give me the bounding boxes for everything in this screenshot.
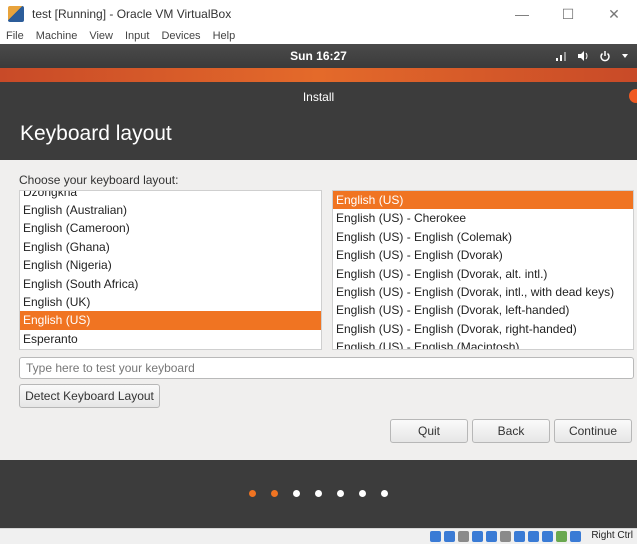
menu-devices[interactable]: Devices bbox=[161, 30, 200, 42]
list-item[interactable]: Esperanto bbox=[20, 330, 321, 348]
list-item[interactable]: English (US) - English (Dvorak, alt. int… bbox=[333, 265, 633, 283]
variant-list[interactable]: English (US) English (US) - Cherokee Eng… bbox=[332, 190, 634, 350]
menubar: File Machine View Input Devices Help bbox=[0, 28, 637, 44]
list-item[interactable]: English (US) - English (Dvorak) bbox=[333, 246, 633, 264]
list-item[interactable]: English (US) - English (Colemak) bbox=[333, 228, 633, 246]
power-icon bbox=[600, 51, 610, 62]
menu-file[interactable]: File bbox=[6, 30, 24, 42]
continue-button[interactable]: Continue bbox=[554, 419, 632, 443]
optical-drive-icon[interactable] bbox=[444, 531, 455, 542]
progress-dots bbox=[0, 490, 637, 497]
cpu-icon[interactable] bbox=[542, 531, 553, 542]
installer-header: Install Keyboard layout bbox=[0, 82, 637, 160]
list-item[interactable]: English (Ghana) bbox=[20, 238, 321, 256]
list-item[interactable]: English (Cameroon) bbox=[20, 219, 321, 237]
mouse-integration-icon[interactable] bbox=[556, 531, 567, 542]
volume-icon bbox=[578, 51, 588, 61]
progress-dot bbox=[337, 490, 344, 497]
back-button[interactable]: Back bbox=[472, 419, 550, 443]
installer-footer bbox=[0, 460, 637, 528]
list-item-selected[interactable]: English (US) bbox=[20, 311, 321, 330]
installer-close-button[interactable] bbox=[629, 89, 637, 103]
keyboard-capture-icon[interactable] bbox=[570, 531, 581, 542]
usb-icon[interactable] bbox=[486, 531, 497, 542]
shared-folder-icon[interactable] bbox=[500, 531, 511, 542]
close-button[interactable]: ✕ bbox=[591, 0, 637, 28]
network-adapter-icon[interactable] bbox=[472, 531, 483, 542]
progress-dot bbox=[315, 490, 322, 497]
layout-prompt: Choose your keyboard layout: bbox=[19, 173, 179, 187]
installer-content: Choose your keyboard layout: Dzongkha En… bbox=[0, 160, 637, 460]
device-indicators bbox=[430, 531, 581, 542]
menu-input[interactable]: Input bbox=[125, 30, 149, 42]
window-title: test [Running] - Oracle VM VirtualBox bbox=[32, 7, 232, 21]
progress-dot bbox=[359, 490, 366, 497]
progress-dot-current bbox=[271, 490, 278, 497]
list-item[interactable]: English (Nigeria) bbox=[20, 256, 321, 274]
list-item-selected[interactable]: English (US) bbox=[333, 191, 633, 210]
menu-machine[interactable]: Machine bbox=[36, 30, 78, 42]
host-key-label: Right Ctrl bbox=[591, 530, 633, 541]
desktop-wallpaper bbox=[0, 68, 637, 82]
vm-status-bar: Right Ctrl bbox=[0, 528, 637, 544]
keyboard-test-input[interactable] bbox=[19, 357, 634, 379]
list-item[interactable]: English (US) - English (Macintosh) bbox=[333, 338, 633, 349]
list-item[interactable]: English (US) - English (Dvorak, right-ha… bbox=[333, 320, 633, 338]
list-item[interactable]: English (Australian) bbox=[20, 201, 321, 219]
maximize-button[interactable]: ☐ bbox=[545, 0, 591, 28]
hard-disk-icon[interactable] bbox=[430, 531, 441, 542]
video-capture-icon[interactable] bbox=[528, 531, 539, 542]
installer-title: Install bbox=[302, 90, 335, 104]
progress-dot bbox=[293, 490, 300, 497]
list-item[interactable]: English (South Africa) bbox=[20, 275, 321, 293]
menu-view[interactable]: View bbox=[89, 30, 113, 42]
chevron-down-icon bbox=[622, 54, 628, 58]
progress-dot-done bbox=[249, 490, 256, 497]
list-item[interactable]: English (US) - English (Dvorak, left-han… bbox=[333, 301, 633, 319]
ubuntu-top-bar: Sun 16:27 bbox=[0, 44, 637, 68]
list-item[interactable]: English (US) - Cherokee bbox=[333, 209, 633, 227]
quit-button[interactable]: Quit bbox=[390, 419, 468, 443]
network-icon bbox=[556, 52, 566, 61]
audio-icon[interactable] bbox=[458, 531, 469, 542]
list-item[interactable]: English (UK) bbox=[20, 293, 321, 311]
page-title: Keyboard layout bbox=[20, 122, 172, 145]
layout-list[interactable]: Dzongkha English (Australian) English (C… bbox=[19, 190, 322, 350]
window-controls: — ☐ ✕ bbox=[499, 0, 637, 28]
minimize-button[interactable]: — bbox=[499, 0, 545, 28]
window-titlebar: test [Running] - Oracle VM VirtualBox — … bbox=[0, 0, 637, 28]
list-item[interactable]: English (US) - English (Dvorak, intl., w… bbox=[333, 283, 633, 301]
progress-dot bbox=[381, 490, 388, 497]
menu-help[interactable]: Help bbox=[213, 30, 236, 42]
virtualbox-icon bbox=[8, 6, 24, 22]
clock[interactable]: Sun 16:27 bbox=[290, 49, 347, 63]
system-tray[interactable] bbox=[555, 44, 629, 68]
detect-layout-button[interactable]: Detect Keyboard Layout bbox=[19, 384, 160, 408]
list-item[interactable]: Dzongkha bbox=[20, 191, 321, 201]
display-icon[interactable] bbox=[514, 531, 525, 542]
